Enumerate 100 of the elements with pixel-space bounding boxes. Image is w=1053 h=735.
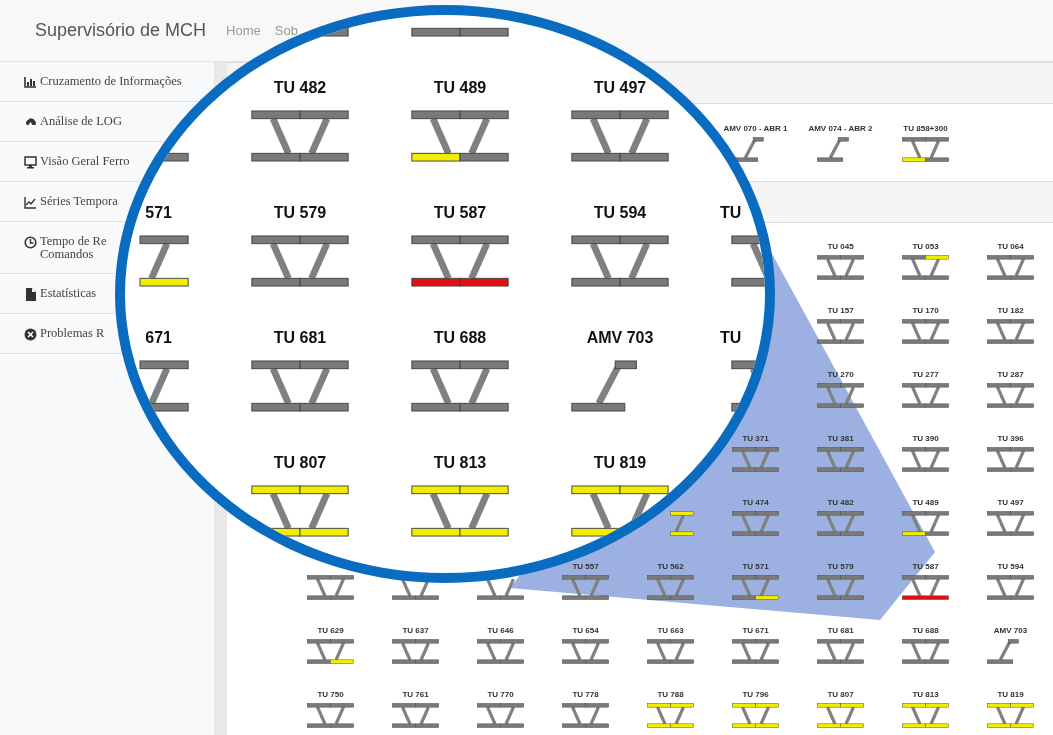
track-label: TU 813 (433, 453, 487, 473)
diagonal-rail (589, 117, 612, 155)
diagonal-rail (674, 578, 685, 597)
track-label: TU 788 (657, 690, 684, 700)
sidebar-link[interactable]: Visão Geral Ferro (40, 155, 130, 168)
track-label: 671 (145, 328, 172, 348)
sidebar-link[interactable]: Cruzamento de Informações (40, 75, 182, 88)
diagonal-rail (486, 642, 497, 661)
diagonal-rail (419, 642, 430, 661)
diagonal-rail (826, 642, 837, 661)
diagonal-rail (911, 450, 922, 469)
diagonal-rail (844, 642, 855, 661)
track-label: TU 045 (827, 242, 854, 252)
track-label: TU 287 (997, 370, 1024, 380)
bar-chart-icon (24, 76, 37, 89)
track-label: TU 813 (912, 690, 939, 700)
diagonal-rail (334, 706, 345, 725)
track-label: TU (720, 203, 742, 223)
track-label: TU 557 (572, 562, 599, 572)
diagonal-rail (844, 322, 855, 341)
track-label: 571 (145, 203, 172, 223)
track-label: TU 671 (742, 626, 769, 636)
diagonal-rail (429, 492, 452, 530)
diagonal-rail (759, 514, 770, 533)
diagonal-rail (929, 514, 940, 533)
track-label: TU 770 (487, 690, 514, 700)
track-label: TU 750 (317, 690, 344, 700)
diagonal-rail (1014, 258, 1025, 277)
x-circle-icon (24, 328, 37, 341)
track-label: TU 396 (997, 434, 1024, 444)
diagonal-rail (826, 386, 837, 405)
diagonal-rail (308, 242, 331, 280)
diagonal-rail (308, 367, 331, 405)
track-label: TU (720, 328, 742, 348)
diagonal-rail (911, 258, 922, 277)
track-label: TU 562 (657, 562, 684, 572)
track-label: TU 170 (912, 306, 939, 316)
diagonal-rail (269, 367, 292, 405)
monitor-icon (24, 156, 37, 169)
track-label: TU 858+300 (903, 124, 948, 134)
diagonal-rail (929, 706, 940, 725)
track-label: TU 594 (997, 562, 1024, 572)
sidebar-link[interactable]: Análise de LOG (40, 115, 122, 128)
diagonal-rail (656, 706, 667, 725)
diagonal-rail (1014, 450, 1025, 469)
diagonal-rail (759, 642, 770, 661)
track-label: TU 482 (827, 498, 854, 508)
diagonal-rail (996, 322, 1007, 341)
diagonal-rail (269, 242, 292, 280)
diagonal-rail (674, 514, 685, 533)
diagonal-rail (674, 642, 685, 661)
diagonal-rail (911, 140, 922, 159)
diagonal-rail (1014, 706, 1025, 725)
track-label: TU 371 (742, 434, 769, 444)
sidebar-link[interactable]: Tempo de Re Comandos (40, 235, 107, 261)
diagonal-rail (911, 578, 922, 597)
file-icon (24, 288, 37, 301)
diagonal-rail (504, 642, 515, 661)
track-label: TU 579 (273, 203, 327, 223)
diagonal-rail (334, 578, 345, 597)
track-label: TU 807 (273, 453, 327, 473)
diagonal-rail (826, 706, 837, 725)
diagonal-rail (269, 117, 292, 155)
track-label: AMV 703 (993, 626, 1028, 636)
diagonal-rail (504, 578, 515, 597)
diagonal-rail (504, 706, 515, 725)
diagonal-rail (148, 367, 171, 405)
diagonal-rail (826, 578, 837, 597)
track-label: TU 489 (433, 78, 487, 98)
diagonal-rail (486, 706, 497, 725)
track-label: TU 497 (593, 78, 647, 98)
sidebar-link[interactable]: Séries Tempora (40, 195, 118, 208)
track-label: AMV 070 - ABR 1 (723, 124, 788, 134)
diagonal-rail (401, 578, 412, 597)
track-label: TU 381 (827, 434, 854, 444)
diagonal-rail (1014, 322, 1025, 341)
track-label: TU 681 (827, 626, 854, 636)
track-label: TU 761 (402, 690, 429, 700)
track-label: TU 807 (827, 690, 854, 700)
sidebar-link[interactable]: Problemas R (40, 327, 105, 340)
diagonal-rail (316, 642, 327, 661)
diagonal-rail (656, 578, 667, 597)
track-label: TU 474 (742, 498, 769, 508)
diagonal-rail (759, 450, 770, 469)
diagonal-rail (826, 514, 837, 533)
diagonal-rail (308, 492, 331, 530)
track-label: TU 497 (997, 498, 1024, 508)
track-label: TU 629 (317, 626, 344, 636)
diagonal-rail (844, 258, 855, 277)
diagonal-rail (929, 642, 940, 661)
diagonal-rail (741, 578, 752, 597)
diagonal-rail (759, 706, 770, 725)
sidebar-link[interactable]: Estatísticas (40, 287, 97, 300)
diagonal-rail (911, 642, 922, 661)
diagonal-rail (334, 642, 345, 661)
diagonal-rail (911, 706, 922, 725)
diagonal-rail (429, 117, 452, 155)
track-label: TU 579 (827, 562, 854, 572)
track-label: TU 571 (742, 562, 769, 572)
diagonal-rail (911, 514, 922, 533)
